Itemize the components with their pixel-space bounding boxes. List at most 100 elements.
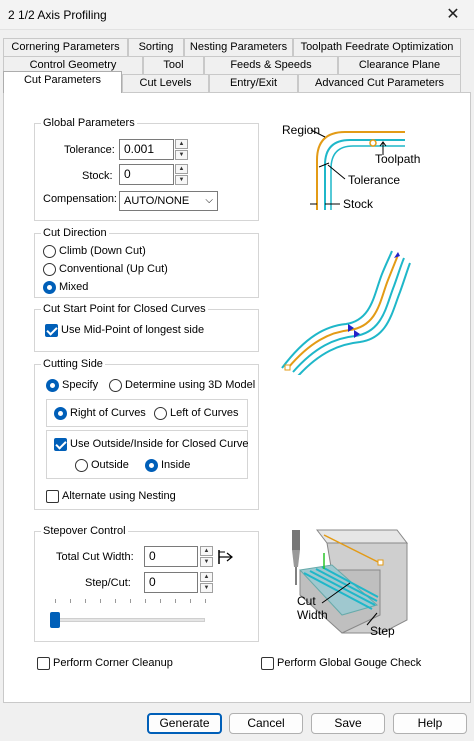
outside-radio[interactable]	[75, 459, 88, 472]
stock-label: Stock:	[82, 170, 113, 182]
save-button[interactable]: Save	[311, 713, 385, 734]
tab-tool[interactable]: Tool	[143, 56, 204, 75]
slider-tick	[70, 599, 71, 603]
spin-down-icon[interactable]: ▼	[175, 150, 188, 160]
specify-radio[interactable]	[46, 379, 59, 392]
slider-thumb[interactable]	[50, 612, 60, 628]
close-button[interactable]: ✕	[442, 5, 464, 25]
total-cut-width-spinner[interactable]: ▲ ▼	[200, 546, 213, 567]
use-outside-inside-label: Use Outside/Inside for Closed Curve	[70, 438, 249, 450]
tab-cornering-parameters[interactable]: Cornering Parameters	[3, 38, 128, 57]
conventional-label: Conventional (Up Cut)	[59, 263, 168, 275]
step-cut-input[interactable]: 0	[144, 572, 198, 593]
slider-tick	[85, 599, 86, 603]
climb-label: Climb (Down Cut)	[59, 245, 146, 257]
slider-tick	[55, 599, 56, 603]
spin-up-icon[interactable]: ▲	[200, 572, 213, 582]
pick-width-icon[interactable]	[216, 548, 236, 566]
climb-radio[interactable]	[43, 245, 56, 258]
alternate-nesting-checkbox[interactable]	[46, 490, 59, 503]
slider-tick	[205, 599, 206, 603]
spin-up-icon[interactable]: ▲	[175, 139, 188, 149]
generate-button[interactable]: Generate	[147, 713, 222, 734]
block-top-face	[315, 529, 409, 544]
alternate-nesting-label: Alternate using Nesting	[62, 490, 176, 502]
toolpath-text: Toolpath	[375, 152, 420, 166]
specify-label: Specify	[62, 379, 99, 391]
slider-tick	[130, 599, 131, 603]
tool-flutes	[292, 550, 300, 567]
toolpath-s-curve-1	[292, 257, 405, 373]
corner-cleanup-checkbox[interactable]	[37, 657, 50, 670]
spin-up-icon[interactable]: ▲	[200, 546, 213, 556]
slider-tick	[145, 599, 146, 603]
tab-cut-parameters[interactable]: Cut Parameters	[3, 71, 122, 93]
cutting-side-legend: Cutting Side	[41, 358, 105, 370]
tab-clearance-plane[interactable]: Clearance Plane	[338, 56, 461, 75]
chevron-down-icon: ⌵	[205, 195, 213, 206]
step-cut-spinner[interactable]: ▲ ▼	[200, 572, 213, 593]
pick-width-glyph	[218, 550, 233, 564]
mixed-radio[interactable]	[43, 281, 56, 294]
tab-toolpath-feedrate-optimization[interactable]: Toolpath Feedrate Optimization	[293, 38, 461, 57]
tab-nesting-parameters[interactable]: Nesting Parameters	[184, 38, 293, 57]
help-button[interactable]: Help	[393, 713, 467, 734]
left-of-curves-radio[interactable]	[154, 407, 167, 420]
left-of-curves-label: Left of Curves	[170, 407, 239, 419]
toolpath-s-curve-3	[281, 250, 393, 369]
stock-input[interactable]: 0	[119, 164, 174, 185]
gouge-check-checkbox[interactable]	[261, 657, 274, 670]
mixed-label: Mixed	[59, 281, 89, 293]
stepover-legend: Stepover Control	[41, 525, 128, 537]
determine-3d-radio[interactable]	[109, 379, 122, 392]
stepover-slider[interactable]	[50, 599, 210, 629]
start-point-icon	[377, 559, 384, 566]
tolerance-label: Tolerance:	[64, 144, 115, 156]
slider-tick	[175, 599, 176, 603]
stepover-diagram: Cut Width Step	[292, 529, 409, 638]
compensation-select[interactable]: AUTO/NONE ⌵	[119, 191, 218, 211]
midpoint-checkbox[interactable]	[45, 324, 58, 337]
toolpath-s-curve-2	[297, 262, 411, 375]
region-text: Region	[282, 123, 320, 137]
slider-tick	[160, 599, 161, 603]
compensation-label: Compensation:	[43, 193, 117, 205]
region-s-curve	[287, 254, 399, 369]
cancel-button[interactable]: Cancel	[229, 713, 303, 734]
inside-radio[interactable]	[145, 459, 158, 472]
determine-3d-label: Determine using 3D Model	[125, 379, 256, 391]
cut-start-legend: Cut Start Point for Closed Curves	[41, 303, 208, 315]
spin-down-icon[interactable]: ▼	[200, 557, 213, 567]
step-cut-label: Step/Cut:	[85, 577, 131, 589]
direction-arrow-icon	[354, 330, 360, 338]
tab-feeds-speeds[interactable]: Feeds & Speeds	[204, 56, 338, 75]
compensation-value: AUTO/NONE	[124, 195, 190, 207]
spin-down-icon[interactable]: ▼	[200, 583, 213, 593]
tolerance-input[interactable]: 0.001	[119, 139, 174, 160]
conventional-radio[interactable]	[43, 263, 56, 276]
tab-entry-exit[interactable]: Entry/Exit	[209, 74, 298, 93]
tab-sorting[interactable]: Sorting	[128, 38, 184, 57]
stock-spinner[interactable]: ▲ ▼	[175, 164, 188, 185]
midpoint-label: Use Mid-Point of longest side	[61, 324, 205, 336]
total-cut-width-label: Total Cut Width:	[56, 551, 134, 563]
tab-advanced-cut-parameters[interactable]: Advanced Cut Parameters	[298, 74, 461, 93]
spin-down-icon[interactable]: ▼	[175, 175, 188, 185]
mixed-direction-diagram	[281, 250, 411, 375]
slider-tick	[190, 599, 191, 603]
slider-tick	[100, 599, 101, 603]
tolerance-spinner[interactable]: ▲ ▼	[175, 139, 188, 160]
corner-cleanup-label: Perform Corner Cleanup	[53, 657, 173, 669]
offset-diagram: Region Toolpath Tolerance Stock	[282, 123, 420, 211]
tolerance-text: Tolerance	[348, 173, 400, 187]
step-text: Step	[370, 624, 395, 638]
right-of-curves-radio[interactable]	[54, 407, 67, 420]
spin-up-icon[interactable]: ▲	[175, 164, 188, 174]
stock-text: Stock	[343, 197, 374, 211]
tool-shank	[292, 530, 300, 550]
slider-track	[50, 618, 205, 622]
use-outside-inside-checkbox[interactable]	[54, 438, 67, 451]
inside-label: Inside	[161, 459, 191, 471]
total-cut-width-input[interactable]: 0	[144, 546, 198, 567]
tab-cut-levels[interactable]: Cut Levels	[122, 74, 209, 93]
